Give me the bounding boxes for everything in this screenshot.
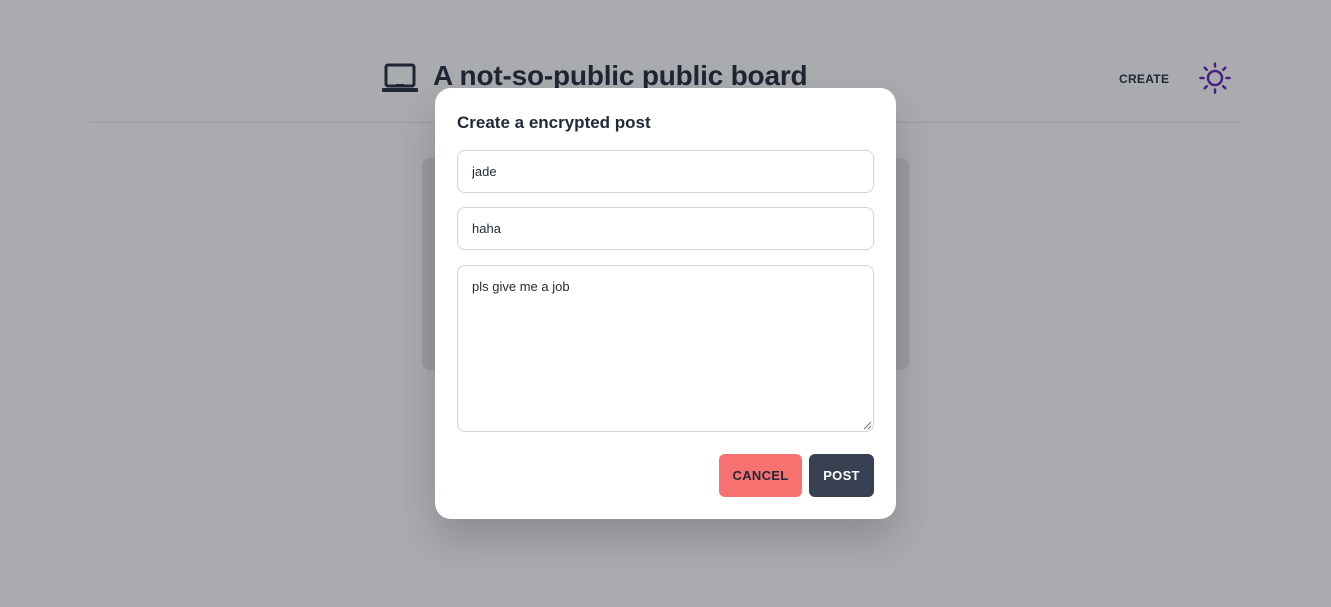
modal-title: Create a encrypted post [457, 113, 651, 132]
title-input[interactable] [457, 207, 874, 250]
resize-grip-icon[interactable] [863, 421, 872, 430]
post-button[interactable]: POST [809, 454, 874, 497]
page: A not-so-public public board CREATE © 20… [0, 0, 1331, 607]
name-input[interactable] [457, 150, 874, 193]
create-post-modal: Create a encrypted post pls give me a jo… [435, 88, 896, 519]
message-textarea[interactable]: pls give me a job [457, 265, 874, 432]
cancel-button[interactable]: CANCEL [719, 454, 802, 497]
